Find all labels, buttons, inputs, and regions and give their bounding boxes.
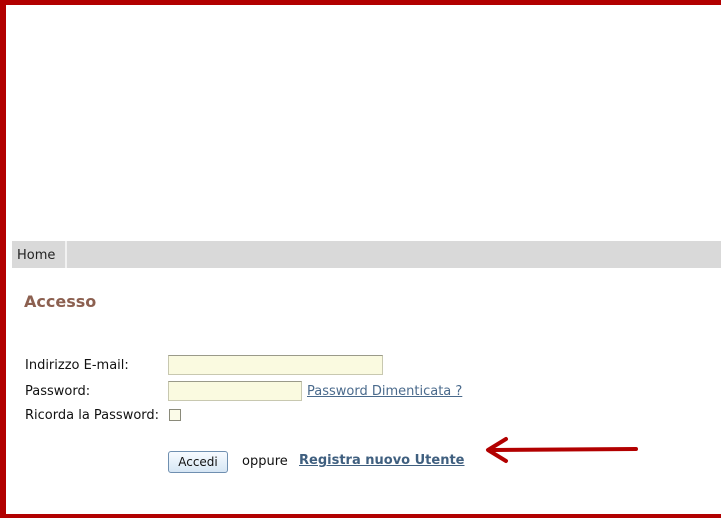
email-label: Indirizzo E-mail: xyxy=(25,358,129,373)
nav-bar: Home xyxy=(12,241,721,268)
nav-item-home[interactable]: Home xyxy=(12,241,67,268)
page-frame: Home Accesso Indirizzo E-mail: Password:… xyxy=(0,0,721,518)
remember-label: Ricorda la Password: xyxy=(25,408,160,423)
page-title: Accesso xyxy=(24,292,97,311)
password-label: Password: xyxy=(25,384,91,399)
forgot-password-link[interactable]: Password Dimenticata ? xyxy=(307,384,462,399)
password-field[interactable] xyxy=(168,381,302,401)
register-link[interactable]: Registra nuovo Utente xyxy=(299,453,465,468)
email-field[interactable] xyxy=(168,355,383,375)
remember-checkbox[interactable] xyxy=(169,409,181,421)
or-text: oppure xyxy=(242,454,288,469)
arrow-left-icon xyxy=(486,437,638,463)
submit-button[interactable]: Accedi xyxy=(168,451,228,473)
header-banner xyxy=(12,10,721,241)
